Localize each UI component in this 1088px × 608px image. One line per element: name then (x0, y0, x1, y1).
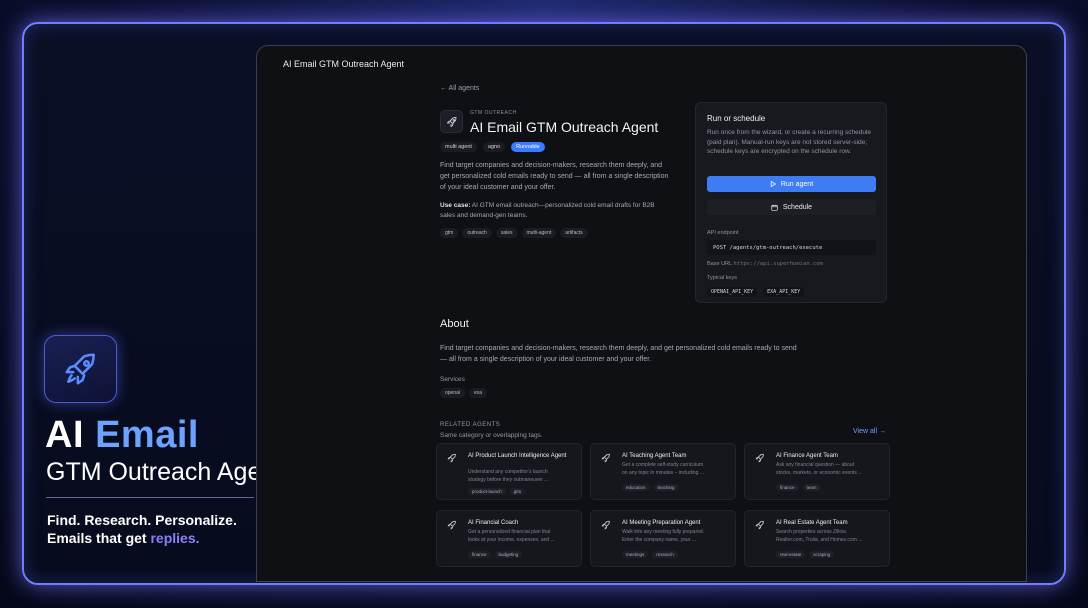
rocket-icon (601, 453, 610, 463)
related-agent-tags: product-launch gtm (468, 488, 526, 495)
related-agent-card[interactable]: AI Financial Coach Get a personalized fi… (436, 510, 582, 567)
run-card-title: Run or schedule (707, 114, 766, 123)
chip-agno: agno (482, 142, 506, 152)
agent-use-case: Use case: AI GTM email outreach—personal… (440, 202, 655, 219)
rocket-icon (447, 453, 456, 463)
about-text: Find target companies and decision-maker… (440, 345, 797, 363)
related-agent-tags: real-estate scraping (776, 551, 835, 558)
hero-title-line1: AI Email (45, 414, 199, 456)
calendar-icon (771, 204, 778, 211)
api-endpoint[interactable]: POST /agents/gtm-outreach/execute (707, 240, 876, 255)
agent-tags: gtm outreach sales multi-agent artifacts (440, 228, 588, 238)
services-label: Services (440, 376, 465, 383)
related-agent-title: AI Teaching Agent Team (622, 453, 687, 459)
service-badge: openai (440, 388, 466, 398)
view-all-link[interactable]: View all → (853, 428, 886, 435)
hero-tagline-2: Emails that get replies. (47, 530, 200, 546)
services-list: openai exa (440, 388, 488, 398)
hero-tagline-1: Find. Research. Personalize. (47, 512, 237, 528)
rocket-icon (755, 520, 764, 530)
related-agent-tags: finance team (776, 484, 821, 491)
rocket-icon (447, 520, 456, 530)
related-subheading: Same category or overlapping tags. (440, 432, 543, 439)
tag[interactable]: artifacts (560, 228, 588, 238)
related-agent-desc: Understand any competitor's launch (468, 469, 548, 475)
run-agent-label: Run agent (780, 180, 814, 188)
app-window: AI Email GTM Outreach Agent ← All agents… (256, 45, 1027, 582)
related-agent-card[interactable]: AI Real Estate Agent Team Search propert… (744, 510, 890, 567)
related-agent-title: AI Real Estate Agent Team (776, 520, 848, 526)
tag[interactable]: multi-agent (521, 228, 557, 238)
agent-rocket-icon (440, 110, 463, 133)
service-badge: exa (469, 388, 488, 398)
related-agent-desc: Enter the company name, your ... (622, 537, 696, 543)
agent-description: Find target companies and decision-maker… (440, 162, 669, 191)
play-icon (770, 181, 776, 187)
hero-title-line2: GTM Outreach Agent (46, 458, 283, 486)
related-agent-title: AI Meeting Preparation Agent (622, 520, 701, 526)
chip-multi-agent: multi agent (440, 142, 477, 152)
run-or-schedule-card: Run or schedule Run once from the wizard… (695, 102, 887, 303)
related-agent-desc: Search properties across Zillow, (776, 529, 847, 535)
related-agent-desc: Ask any financial question — about (776, 462, 855, 468)
typical-keys: OPENAI_API_KEY EXA_API_KEY (707, 287, 805, 297)
related-agent-tags: education teaching (622, 484, 679, 491)
schedule-button[interactable]: Schedule (707, 199, 876, 215)
related-agent-card[interactable]: AI Teaching Agent Team Get a complete se… (590, 443, 736, 500)
rocket-icon (601, 520, 610, 530)
key-badge: EXA_API_KEY (763, 287, 805, 297)
keys-label: Typical keys (707, 275, 737, 281)
agent-category: GTM OUTREACH (470, 110, 517, 116)
tag[interactable]: outreach (462, 228, 492, 238)
hero-divider (46, 497, 254, 498)
related-agent-desc: Walk into any meeting fully prepared. (622, 529, 705, 535)
tag[interactable]: sales (495, 228, 518, 238)
related-agent-card[interactable]: AI Product Launch Intelligence Agent Und… (436, 443, 582, 500)
related-agent-tags: meetings research (622, 551, 678, 558)
related-agent-desc: Realtor.com, Trulia, and Homes.com ... (776, 537, 863, 543)
agent-chips: multi agent agno Runnable (440, 142, 545, 152)
base-url: Base URL https://api.superhumian.com (707, 261, 823, 267)
related-agent-desc: stocks, markets, or economic events ... (776, 470, 863, 476)
related-agent-title: AI Financial Coach (468, 520, 519, 526)
run-agent-button[interactable]: Run agent (707, 176, 876, 192)
back-to-all-agents-link[interactable]: ← All agents (440, 85, 479, 92)
related-agent-title: AI Product Launch Intelligence Agent (468, 453, 567, 459)
tag[interactable]: gtm (440, 228, 459, 238)
related-heading: RELATED AGENTS (440, 422, 501, 428)
rocket-icon (755, 453, 764, 463)
related-agent-desc: on any topic in minutes – including ... (622, 470, 704, 476)
schedule-label: Schedule (782, 203, 813, 211)
related-agent-desc: strategy before they outmaneuver ... (468, 477, 549, 483)
chip-runnable: Runnable (511, 142, 545, 152)
related-agent-tags: finance budgeting (468, 551, 523, 558)
about-heading: About (440, 318, 469, 330)
related-agent-desc: Get a personalized financial plan that (468, 529, 551, 535)
key-badge: OPENAI_API_KEY (707, 287, 758, 297)
run-card-description: Run once from the wizard, or create a re… (707, 129, 872, 155)
related-agent-desc: looks at your income, expenses, and ... (468, 537, 555, 543)
related-agent-card[interactable]: AI Finance Agent Team Ask any financial … (744, 443, 890, 500)
window-title: AI Email GTM Outreach Agent (283, 59, 405, 69)
endpoint-label: API endpoint (707, 230, 739, 236)
agent-title: AI Email GTM Outreach Agent (470, 119, 659, 135)
related-agent-title: AI Finance Agent Team (776, 453, 838, 459)
rocket-icon (44, 335, 117, 403)
related-agent-card[interactable]: AI Meeting Preparation Agent Walk into a… (590, 510, 736, 567)
related-agent-desc: Get a complete self-study curriculum (622, 462, 704, 468)
